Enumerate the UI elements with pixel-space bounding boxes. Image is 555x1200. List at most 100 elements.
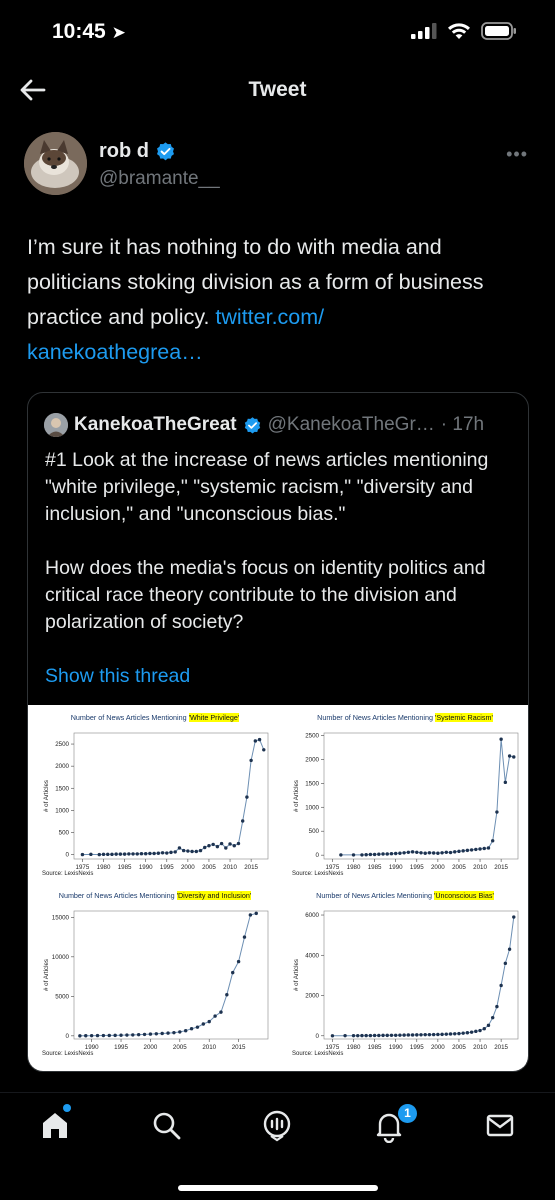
data-point bbox=[139, 851, 144, 856]
data-point bbox=[127, 852, 131, 856]
tab-messages[interactable] bbox=[482, 1107, 518, 1143]
x-tick-label: 1975 bbox=[326, 1044, 340, 1051]
data-point bbox=[97, 852, 102, 857]
data-point bbox=[225, 993, 229, 997]
data-point bbox=[368, 852, 373, 857]
data-point bbox=[95, 1033, 100, 1038]
data-point bbox=[465, 1031, 470, 1035]
y-tick-label: 15000 bbox=[52, 914, 70, 921]
data-point bbox=[385, 852, 389, 856]
x-tick-label: 1985 bbox=[368, 1044, 382, 1051]
data-point bbox=[503, 780, 508, 785]
tab-home[interactable] bbox=[37, 1107, 73, 1143]
x-tick-label: 1990 bbox=[85, 1044, 99, 1051]
chart-title-prefix: Number of News Articles Mentioning bbox=[316, 891, 434, 900]
data-point bbox=[389, 1033, 394, 1037]
data-point bbox=[402, 1033, 406, 1037]
x-tick-label: 2010 bbox=[202, 1044, 216, 1051]
data-point bbox=[154, 1032, 159, 1036]
data-point bbox=[385, 1033, 389, 1038]
data-point bbox=[169, 850, 173, 855]
data-point bbox=[84, 1034, 88, 1038]
cellular-signal-icon bbox=[411, 23, 437, 39]
y-tick-label: 2500 bbox=[305, 732, 319, 739]
data-point bbox=[148, 851, 152, 856]
quote-header: KanekoaTheGreat @KanekoaTheGr… · 17h bbox=[44, 413, 484, 437]
data-point bbox=[231, 970, 235, 975]
data-point bbox=[101, 1033, 106, 1038]
series-line bbox=[332, 916, 515, 1037]
data-point bbox=[503, 961, 508, 966]
data-point bbox=[136, 1032, 141, 1037]
data-point bbox=[410, 850, 415, 854]
y-axis-label: # of Articles bbox=[43, 959, 50, 991]
y-tick-label: 1500 bbox=[305, 780, 319, 787]
x-tick-label: 2005 bbox=[202, 864, 216, 871]
x-tick-label: 2005 bbox=[452, 1044, 466, 1051]
data-point bbox=[423, 1032, 427, 1037]
data-point bbox=[436, 1032, 440, 1037]
x-tick-label: 1985 bbox=[118, 864, 132, 871]
x-tick-label: 2000 bbox=[144, 1044, 158, 1051]
data-point bbox=[469, 848, 474, 852]
y-axis-label: # of Articles bbox=[293, 959, 300, 991]
notification-badge: 1 bbox=[398, 1104, 417, 1123]
tab-spaces[interactable] bbox=[259, 1107, 295, 1143]
x-tick-label: 1980 bbox=[347, 864, 361, 871]
y-tick-label: 2000 bbox=[305, 993, 319, 1000]
data-point bbox=[419, 851, 423, 855]
quoted-tweet[interactable]: KanekoaTheGreat @KanekoaTheGr… · 17h #1 … bbox=[27, 392, 529, 1072]
data-point bbox=[152, 851, 156, 856]
data-point bbox=[106, 852, 110, 857]
data-point bbox=[207, 844, 211, 848]
x-tick-label: 1995 bbox=[114, 1044, 128, 1051]
data-point bbox=[242, 935, 247, 939]
data-point bbox=[406, 850, 411, 854]
data-point bbox=[78, 1034, 82, 1038]
show-thread-link[interactable]: Show this thread bbox=[45, 665, 190, 688]
data-point bbox=[360, 1033, 364, 1038]
tab-search[interactable] bbox=[148, 1107, 184, 1143]
y-tick-label: 0 bbox=[66, 1033, 70, 1040]
data-point bbox=[402, 851, 406, 855]
author-name[interactable]: rob d bbox=[99, 140, 176, 163]
y-tick-label: 500 bbox=[59, 829, 70, 836]
y-tick-label: 0 bbox=[316, 1033, 320, 1040]
bottom-tab-bar bbox=[0, 1092, 555, 1200]
y-tick-label: 2000 bbox=[305, 756, 319, 763]
data-point bbox=[330, 1034, 335, 1038]
chart-title-term: 'Unconscious Bias' bbox=[433, 891, 494, 900]
chart-image[interactable]: 0 500 1000 1500 2000 2500 1975 1980 1985 1990 1995… bbox=[28, 705, 528, 1071]
chart-title: Number of News Articles Mentioning 'Unco… bbox=[284, 891, 526, 900]
data-point bbox=[110, 852, 114, 857]
data-point bbox=[160, 1031, 164, 1036]
data-point bbox=[186, 849, 190, 853]
x-tick-label: 1995 bbox=[410, 1044, 424, 1051]
chart-source: Source: LexisNexis bbox=[42, 871, 94, 877]
chart-title-prefix: Number of News Articles Mentioning bbox=[317, 713, 435, 722]
more-options-icon[interactable]: ••• bbox=[506, 144, 528, 165]
search-icon bbox=[153, 1112, 181, 1140]
data-point bbox=[215, 844, 220, 849]
author-handle[interactable]: @bramante__ bbox=[99, 168, 220, 190]
data-point bbox=[457, 849, 461, 854]
data-point bbox=[486, 1023, 491, 1028]
data-point bbox=[89, 852, 93, 857]
avatar[interactable] bbox=[24, 132, 87, 195]
x-tick-label: 2005 bbox=[452, 864, 466, 871]
quote-avatar bbox=[44, 413, 68, 437]
data-point bbox=[507, 754, 512, 758]
data-point bbox=[364, 852, 368, 857]
quote-timestamp: · 17h bbox=[440, 414, 485, 435]
verified-badge-icon bbox=[157, 142, 174, 161]
data-point bbox=[190, 849, 194, 854]
x-tick-label: 1980 bbox=[347, 1044, 361, 1051]
data-point bbox=[440, 851, 444, 855]
y-axis-label: # of Articles bbox=[43, 780, 50, 812]
x-tick-label: 2015 bbox=[494, 864, 508, 871]
data-point bbox=[423, 851, 427, 855]
data-point bbox=[351, 1033, 356, 1038]
data-point bbox=[389, 852, 394, 856]
data-point bbox=[478, 847, 482, 851]
chart-panel: 0 2000 4000 6000 1975 1980 1985 1990 1995 2000 200… bbox=[284, 889, 526, 1067]
